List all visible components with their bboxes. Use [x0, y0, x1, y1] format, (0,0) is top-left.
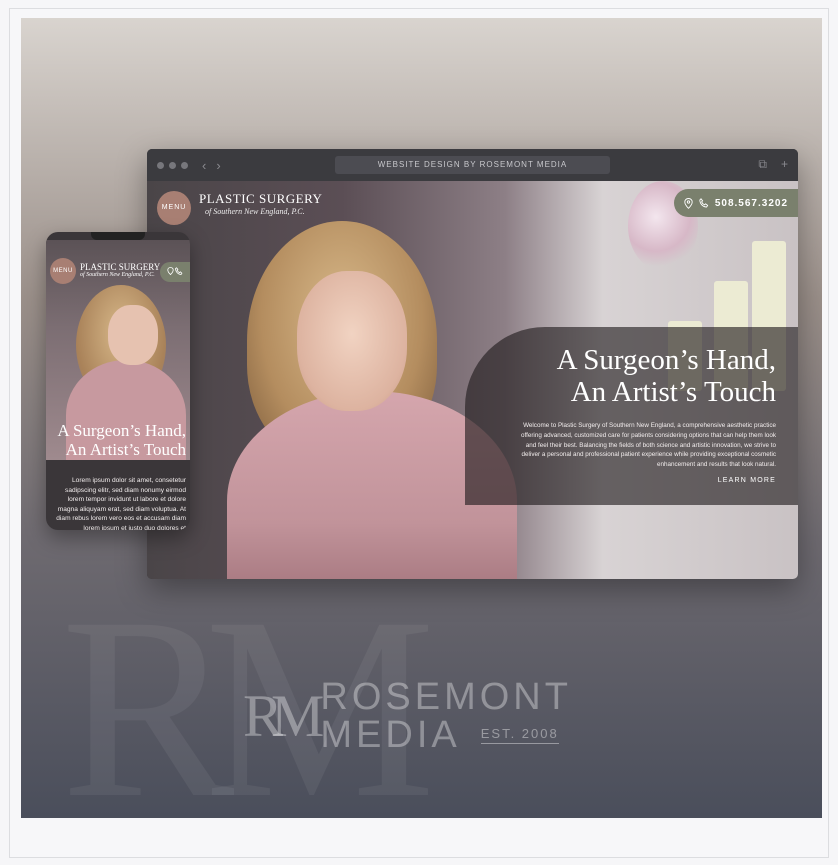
- hero-body-text: Welcome to Plastic Surgery of Southern N…: [520, 422, 776, 468]
- brand-monogram: RM: [243, 683, 324, 749]
- learn-more-link[interactable]: LEARN MORE: [718, 477, 776, 484]
- showcase-canvas: RM RM ROSEMONT MEDIA EST. 2008 ‹ › WEBSI…: [21, 18, 822, 818]
- logo-title: PLASTIC SURGERY: [199, 191, 323, 206]
- copy-icon[interactable]: ⧉: [758, 157, 767, 172]
- mobile-headline: A Surgeon’s Hand, An Artist’s Touch: [52, 421, 186, 459]
- phone-icon[interactable]: [699, 198, 709, 208]
- chevron-right-icon[interactable]: ›: [216, 158, 220, 173]
- brand-name-line2: MEDIA: [320, 714, 461, 756]
- browser-window: ‹ › WEBSITE DESIGN BY ROSEMONT MEDIA ⧉ +…: [147, 149, 798, 579]
- mobile-mockup: MENU PLASTIC SURGERY of Southern New Eng…: [46, 232, 190, 530]
- menu-button[interactable]: MENU: [157, 191, 191, 225]
- headline-line-1: A Surgeon’s Hand,: [556, 344, 776, 376]
- hero-section: MENU PLASTIC SURGERY of Southern New Eng…: [147, 181, 798, 579]
- window-dot-minimize[interactable]: [169, 161, 176, 169]
- rosemont-brand-logo: RM ROSEMONT MEDIA EST. 2008: [243, 678, 572, 754]
- phone-number[interactable]: 508.567.3202: [715, 198, 788, 209]
- window-dot-maximize[interactable]: [181, 161, 188, 169]
- plus-icon[interactable]: +: [781, 157, 788, 172]
- site-logo[interactable]: PLASTIC SURGERY of Southern New England,…: [199, 191, 322, 216]
- mobile-logo-subtitle: of Southern New England, P.C.: [80, 272, 155, 278]
- mobile-headline-line-1: A Surgeon’s Hand,: [57, 421, 186, 440]
- phone-contact-pill[interactable]: 508.567.3202: [673, 189, 798, 217]
- logo-subtitle: of Southern New England, P.C.: [205, 207, 305, 216]
- mobile-site-logo[interactable]: PLASTIC SURGERY of Southern New England,…: [80, 262, 160, 278]
- brand-est: EST. 2008: [480, 726, 559, 744]
- mobile-body-text: Lorem ipsum dolor sit amet, consetetur s…: [56, 477, 186, 530]
- location-phone-icon[interactable]: [167, 267, 183, 277]
- hero-headline: A Surgeon’s Hand, An Artist’s Touch: [476, 344, 776, 409]
- hero-text-panel: A Surgeon’s Hand, An Artist’s Touch Welc…: [465, 327, 798, 505]
- headline-line-2: An Artist’s Touch: [570, 375, 776, 408]
- mobile-contact-pill[interactable]: [160, 262, 190, 282]
- mobile-logo-title: PLASTIC SURGERY: [80, 262, 161, 272]
- phone-notch: [91, 232, 145, 240]
- mobile-menu-button[interactable]: MENU: [50, 258, 76, 284]
- address-bar[interactable]: WEBSITE DESIGN BY ROSEMONT MEDIA: [335, 156, 610, 174]
- window-dot-close[interactable]: [157, 161, 164, 169]
- brand-name-line1: ROSEMONT: [320, 676, 572, 718]
- mobile-headline-line-2: An Artist’s Touch: [65, 439, 186, 459]
- chevron-left-icon[interactable]: ‹: [202, 158, 206, 173]
- location-pin-icon[interactable]: [684, 197, 693, 209]
- browser-toolbar: ‹ › WEBSITE DESIGN BY ROSEMONT MEDIA ⧉ +: [147, 149, 798, 181]
